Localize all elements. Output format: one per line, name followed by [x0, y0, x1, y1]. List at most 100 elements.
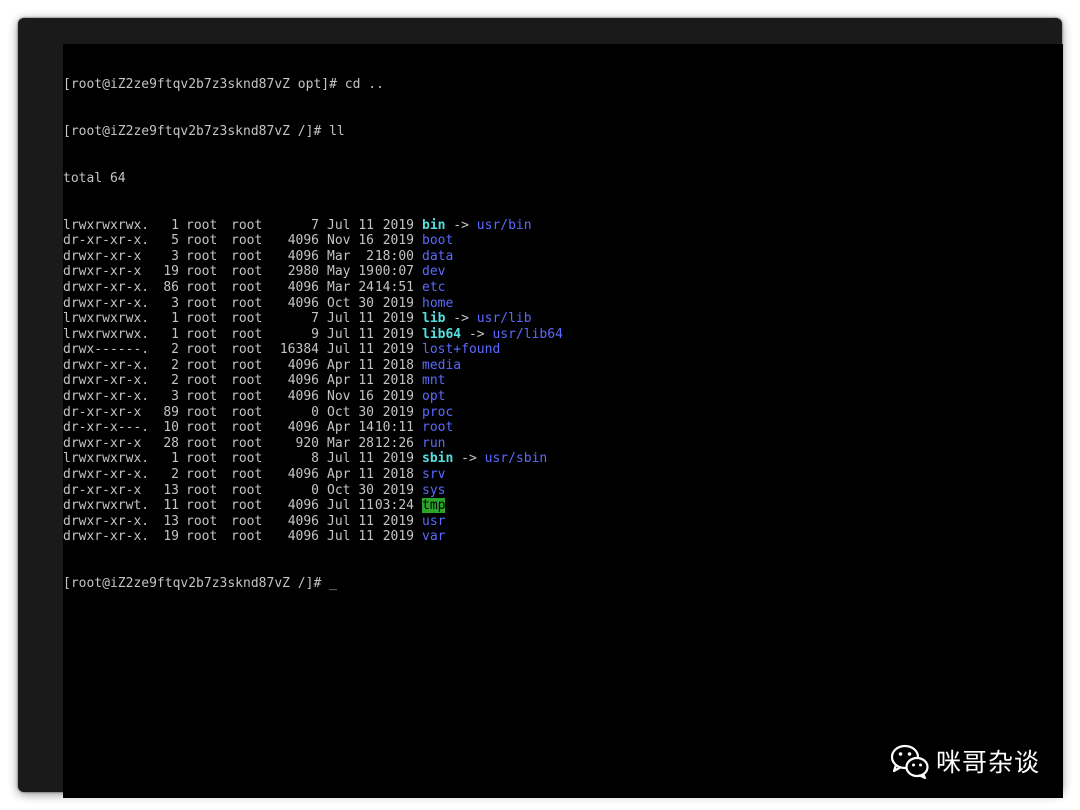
time-or-year: 14:51 [374, 279, 414, 295]
day: 11 [358, 373, 374, 389]
owner: root [186, 295, 218, 311]
listing-row: dr-xr-x---. 10 root root 4096 Apr 1410:11 root [63, 420, 563, 436]
link-count: 1 [171, 217, 179, 233]
group: root [231, 513, 263, 529]
time-or-year: 12:26 [374, 435, 414, 451]
day: 11 [358, 326, 374, 342]
month: Apr [327, 467, 351, 483]
day: 11 [358, 498, 374, 514]
listing-row: drwxr-xr-x. 3 root root 4096 Oct 30 2019 home [63, 296, 563, 312]
permissions: lrwxrwxrwx. [63, 311, 150, 327]
day: 11 [358, 513, 374, 529]
group: root [231, 264, 263, 280]
time-or-year: 2019 [382, 513, 414, 529]
directory-listing: lrwxrwxrwx. 1 root root 7 Jul 11 2019 bin -> usr… [63, 218, 563, 545]
symlink-target: usr/lib [476, 311, 532, 327]
permissions: drwxr-xr-x. [63, 357, 150, 373]
symlink-arrow: -> [453, 451, 485, 467]
link-count: 13 [163, 513, 179, 529]
file-size: 9 [311, 326, 319, 342]
group: root [231, 498, 263, 514]
file-size: 4096 [287, 529, 319, 545]
day: 11 [358, 217, 374, 233]
permissions: dr-xr-xr-x. [63, 233, 150, 249]
time-or-year: 2019 [382, 217, 414, 233]
group: root [231, 357, 263, 373]
group: root [231, 326, 263, 342]
window-frame: [root@iZ2ze9ftqv2b7z3sknd87vZ opt]# cd .… [18, 18, 1063, 798]
time-or-year: 2019 [382, 311, 414, 327]
link-count: 3 [171, 295, 179, 311]
time-or-year: 2019 [382, 404, 414, 420]
day: 11 [358, 342, 374, 358]
owner: root [186, 357, 218, 373]
permissions: drwxr-xr-x [63, 264, 142, 280]
month: Mar [327, 248, 351, 264]
file-size: 8 [311, 451, 319, 467]
day: 14 [358, 420, 374, 436]
entry-name: root [422, 420, 454, 436]
link-count: 2 [171, 342, 179, 358]
entry-name: usr [422, 513, 446, 529]
file-size: 4096 [287, 498, 319, 514]
file-size: 4096 [287, 233, 319, 249]
file-size: 4096 [287, 420, 319, 436]
listing-row: drwxr-xr-x. 19 root root 4096 Jul 11 2019 var [63, 529, 563, 545]
prompt-text: [root@iZ2ze9ftqv2b7z3sknd87vZ /]# [63, 576, 330, 592]
month: Jul [327, 326, 351, 342]
entry-name: proc [422, 404, 454, 420]
file-size: 7 [311, 311, 319, 327]
file-size: 4096 [287, 389, 319, 405]
group: root [231, 217, 263, 233]
permissions: drwxr-xr-x. [63, 467, 150, 483]
day: 11 [358, 529, 374, 545]
listing-row: lrwxrwxrwx. 1 root root 8 Jul 11 2019 sbin -> us… [63, 451, 563, 467]
symlink-target: usr/lib64 [492, 326, 563, 342]
time-or-year: 2019 [382, 529, 414, 545]
link-count: 3 [171, 248, 179, 264]
time-or-year: 2019 [382, 233, 414, 249]
day: 28 [358, 435, 374, 451]
time-or-year: 2019 [382, 295, 414, 311]
owner: root [186, 420, 218, 436]
link-count: 2 [171, 373, 179, 389]
link-count: 1 [171, 326, 179, 342]
month: Oct [327, 404, 351, 420]
listing-row: drwxr-xr-x 28 root root 920 Mar 2812:26 run [63, 436, 563, 452]
day: 11 [358, 451, 374, 467]
group: root [231, 451, 263, 467]
file-size: 4096 [287, 295, 319, 311]
owner: root [186, 389, 218, 405]
entry-name: lost+found [422, 342, 501, 358]
entry-name: boot [422, 233, 454, 249]
entry-name: lib [422, 311, 446, 327]
time-or-year: 2019 [382, 482, 414, 498]
group: root [231, 342, 263, 358]
file-size: 920 [295, 435, 319, 451]
month: Apr [327, 357, 351, 373]
permissions: drwxr-xr-x. [63, 389, 150, 405]
owner: root [186, 233, 218, 249]
permissions: drwxr-xr-x [63, 435, 142, 451]
permissions: lrwxrwxrwx. [63, 217, 150, 233]
entry-name: etc [422, 279, 446, 295]
listing-row: drwxrwxrwt. 11 root root 4096 Jul 1103:24 tmp [63, 498, 563, 514]
file-size: 4096 [287, 373, 319, 389]
group: root [231, 435, 263, 451]
time-or-year: 10:11 [374, 420, 414, 436]
time-or-year: 18:00 [374, 248, 414, 264]
entry-name: dev [422, 264, 446, 280]
entry-name: media [422, 357, 462, 373]
link-count: 1 [171, 451, 179, 467]
group: root [231, 420, 263, 436]
terminal-screen[interactable]: [root@iZ2ze9ftqv2b7z3sknd87vZ opt]# cd .… [63, 44, 1063, 798]
symlink-target: usr/bin [476, 217, 532, 233]
entry-name: opt [422, 389, 446, 405]
entry-name: sbin [422, 451, 454, 467]
terminal-line-prompt[interactable]: [root@iZ2ze9ftqv2b7z3sknd87vZ /]# _ [63, 576, 563, 592]
link-count: 11 [163, 498, 179, 514]
link-count: 19 [163, 264, 179, 280]
permissions: dr-xr-xr-x [63, 482, 142, 498]
month: Oct [327, 295, 351, 311]
entry-name: home [422, 295, 454, 311]
